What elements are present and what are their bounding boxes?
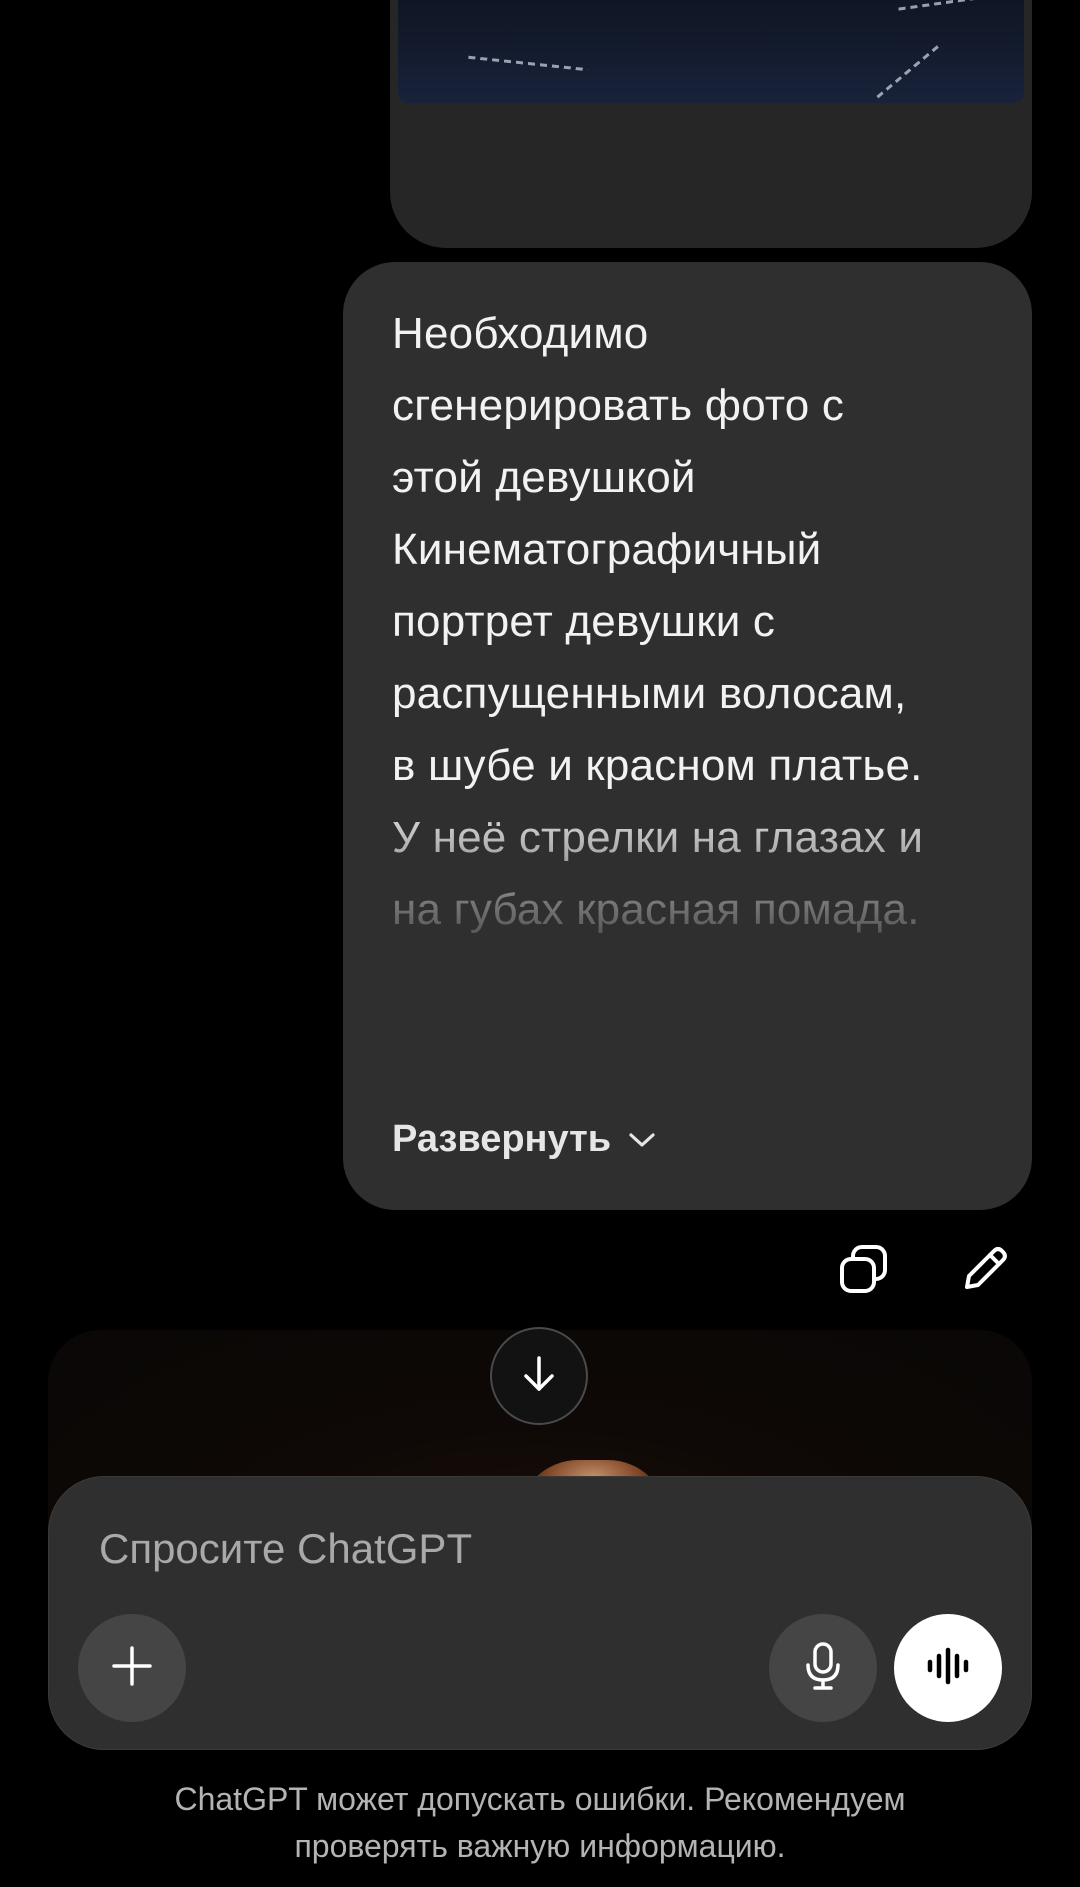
arrow-down-icon — [517, 1352, 561, 1401]
message-composer: Спросите ChatGPT — [48, 1476, 1032, 1750]
photo-detail — [876, 44, 940, 99]
photo-detail — [898, 0, 1008, 11]
expand-label: Развернуть — [392, 1118, 612, 1160]
microphone-icon — [799, 1640, 847, 1697]
user-message-text: Необходимо сгенерировать фото с этой дев… — [392, 309, 924, 934]
attached-photo[interactable] — [398, 0, 1024, 103]
plus-icon — [108, 1642, 156, 1695]
edit-message-button[interactable] — [955, 1241, 1015, 1301]
chevron-down-icon — [627, 1130, 657, 1150]
attached-image-bubble[interactable] — [390, 0, 1032, 248]
voice-mode-button[interactable] — [894, 1614, 1002, 1722]
attach-button[interactable] — [78, 1614, 186, 1722]
photo-detail — [468, 55, 588, 72]
disclaimer-text: ChatGPT может допускать ошибки. Рекоменд… — [174, 1781, 906, 1864]
chat-input[interactable]: Спросите ChatGPT — [99, 1525, 799, 1573]
pencil-icon — [958, 1242, 1012, 1301]
copy-icon — [837, 1242, 891, 1301]
expand-message-button[interactable]: Развернуть — [392, 1118, 657, 1161]
copy-message-button[interactable] — [834, 1241, 894, 1301]
dictate-button[interactable] — [769, 1614, 877, 1722]
user-message-bubble: Необходимо сгенерировать фото с этой дев… — [343, 262, 1032, 1210]
voice-waveform-icon — [924, 1646, 972, 1691]
scroll-to-bottom-button[interactable] — [490, 1327, 588, 1425]
